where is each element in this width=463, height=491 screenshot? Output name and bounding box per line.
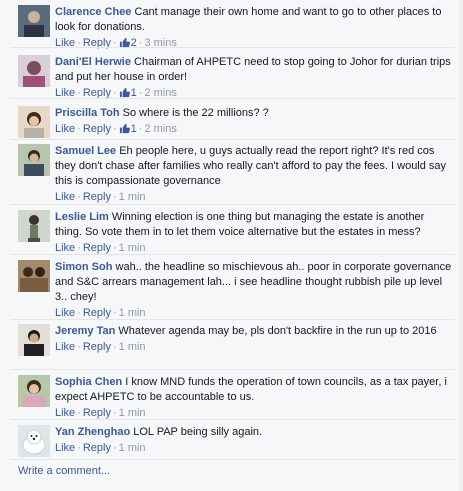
comment-meta: Like · Reply · 1 min <box>55 242 146 254</box>
reply-link[interactable]: Reply <box>83 442 111 454</box>
person-avatar-icon[interactable] <box>18 324 50 356</box>
like-link[interactable]: Like <box>55 307 75 319</box>
comment-author[interactable]: Samuel Lee <box>55 145 116 157</box>
person-avatar-icon[interactable] <box>18 55 50 87</box>
comment-author[interactable]: Yan Zhenghao <box>55 426 130 438</box>
like-link[interactable]: Like <box>55 242 75 254</box>
comment-text: So where is the 22 millions? ? <box>122 107 269 119</box>
comment-text: wah.. the headline so mischievous ah.. p… <box>55 261 452 303</box>
divider <box>10 98 455 99</box>
comment-timestamp[interactable]: 1 min <box>119 407 146 419</box>
write-comment-link[interactable]: Write a comment... <box>18 465 110 477</box>
comment-timestamp[interactable]: 1 min <box>119 307 146 319</box>
comment-author[interactable]: Dani'El Herwie <box>55 56 131 68</box>
comment-meta: Like · Reply · 1 min <box>55 191 146 203</box>
reply-link[interactable]: Reply <box>83 242 111 254</box>
divider <box>10 369 455 370</box>
comment-author[interactable]: Leslie Lim <box>55 211 109 223</box>
person-avatar-icon[interactable] <box>18 106 50 138</box>
divider <box>10 204 455 205</box>
divider <box>10 459 455 460</box>
like-count[interactable]: 1 <box>131 123 137 135</box>
comment-meta: Like · Reply · 1 · 2 mins <box>55 123 177 135</box>
person-avatar-icon[interactable] <box>18 5 50 37</box>
comment-meta: Like · Reply · 1 min <box>55 407 146 419</box>
divider <box>10 419 455 420</box>
person-avatar-icon[interactable] <box>18 260 50 292</box>
like-link[interactable]: Like <box>55 123 75 135</box>
divider <box>10 254 455 255</box>
comment-timestamp[interactable]: 1 min <box>119 341 146 353</box>
divider <box>10 139 455 140</box>
person-avatar-icon[interactable] <box>18 375 50 407</box>
like-link[interactable]: Like <box>55 407 75 419</box>
reply-link[interactable]: Reply <box>83 191 111 203</box>
comment-text: LOL PAP being silly again. <box>133 426 263 438</box>
scrollbar[interactable] <box>459 0 463 491</box>
thumbs-up-icon <box>119 87 130 98</box>
like-link[interactable]: Like <box>55 442 75 454</box>
reply-link[interactable]: Reply <box>83 307 111 319</box>
reply-link[interactable]: Reply <box>83 407 111 419</box>
comment-text: Winning election is one thing but managi… <box>55 211 425 238</box>
comment-meta: Like · Reply · 1 min <box>55 442 146 454</box>
like-link[interactable]: Like <box>55 341 75 353</box>
comment-timestamp[interactable]: 1 min <box>119 191 146 203</box>
thumbs-up-icon <box>119 123 130 134</box>
comment-author[interactable]: Priscilla Toh <box>55 107 120 119</box>
comment-author[interactable]: Jeremy Tan <box>55 325 115 337</box>
comment-author[interactable]: Simon Soh <box>55 261 112 273</box>
reply-link[interactable]: Reply <box>83 123 111 135</box>
comment-timestamp[interactable]: 1 min <box>119 242 146 254</box>
person-avatar-icon[interactable] <box>18 210 50 242</box>
comment-meta: Like · Reply · 1 min <box>55 307 146 319</box>
like-link[interactable]: Like <box>55 191 75 203</box>
comment-meta: Like · Reply · 1 min <box>55 341 146 353</box>
divider <box>10 319 455 320</box>
comment-author[interactable]: Sophia Chen <box>55 376 122 388</box>
comment-author[interactable]: Clarence Chee <box>55 6 131 18</box>
comment-text: Whatever agenda may be, pls don't backfi… <box>118 325 437 337</box>
comment-timestamp[interactable]: 2 mins <box>144 123 176 135</box>
reply-link[interactable]: Reply <box>83 341 111 353</box>
person-avatar-icon[interactable] <box>18 144 50 176</box>
comment-timestamp[interactable]: 1 min <box>119 442 146 454</box>
polar-bear-avatar-icon[interactable] <box>18 425 50 457</box>
divider <box>10 47 455 48</box>
